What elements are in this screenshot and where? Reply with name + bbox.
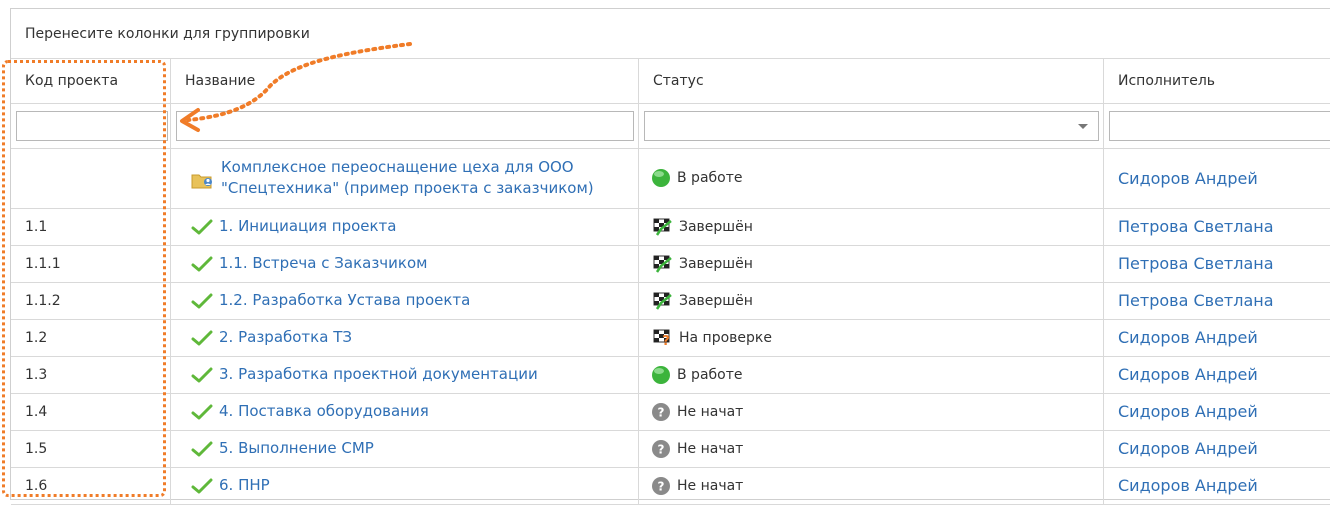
executor-link[interactable]: Сидоров Андрей <box>1104 439 1258 458</box>
group-panel-hint: Перенесите колонки для группировки <box>25 26 310 42</box>
green-circle-icon <box>651 365 671 385</box>
check-icon <box>191 478 219 494</box>
task-name-link[interactable]: 5. Выполнение СМР <box>219 438 374 459</box>
column-header-row: Код проекта Название Статус Исполнитель <box>11 59 1330 104</box>
status-label: В работе <box>677 366 743 383</box>
table-row[interactable]: 1.3 3. Разработка проектной документации В… <box>11 356 1330 394</box>
filter-status-select[interactable] <box>644 111 1099 141</box>
table-row[interactable]: Комплексное переоснащение цеха для ООО "… <box>11 148 1330 209</box>
column-header-code[interactable]: Код проекта <box>11 59 171 103</box>
chevron-down-icon[interactable] <box>1078 124 1088 129</box>
status-label: Завершён <box>679 218 753 235</box>
project-code: 1.6 <box>25 477 48 494</box>
task-name-link[interactable]: 3. Разработка проектной документации <box>219 364 538 385</box>
table-row[interactable]: 1.2 2. Разработка ТЗ? На проверке Сидоров А… <box>11 319 1330 357</box>
status-label: Не начат <box>677 440 744 457</box>
task-name-link[interactable]: 1.1. Встреча с Заказчиком <box>219 253 427 274</box>
project-folder-icon <box>191 165 221 191</box>
task-name-link[interactable]: 6. ПНР <box>219 475 270 496</box>
table-row[interactable]: 1.1.1 1.1. Встреча с Заказчиком Завершён Пе… <box>11 245 1330 283</box>
checkered-flag-icon <box>651 254 673 274</box>
executor-link[interactable]: Сидоров Андрей <box>1104 402 1258 421</box>
project-code: 1.1 <box>25 218 48 235</box>
filter-executor-input[interactable] <box>1109 111 1330 141</box>
task-name-link[interactable]: 2. Разработка ТЗ <box>219 327 352 348</box>
check-icon <box>191 293 219 309</box>
check-icon <box>191 404 219 420</box>
task-name-link[interactable]: Комплексное переоснащение цеха для ООО "… <box>221 157 628 199</box>
status-label: Не начат <box>677 477 744 494</box>
filter-name-input[interactable] <box>176 111 634 141</box>
project-code: 1.5 <box>25 440 48 457</box>
svg-text:?: ? <box>658 405 665 419</box>
task-name-link[interactable]: 1.2. Разработка Устава проекта <box>219 290 470 311</box>
column-header-executor[interactable]: Исполнитель <box>1104 59 1330 103</box>
filter-code-input[interactable] <box>16 111 168 141</box>
status-label: В работе <box>677 170 743 186</box>
status-label: На проверке <box>679 329 772 346</box>
group-by-panel[interactable]: Перенесите колонки для группировки <box>11 9 1330 59</box>
table-row[interactable]: 1.5 5. Выполнение СМР? Не начат Сидоров Анд… <box>11 430 1330 468</box>
check-icon <box>191 219 219 235</box>
project-code: 1.1.2 <box>25 292 61 309</box>
executor-link[interactable]: Петрова Светлана <box>1104 254 1274 273</box>
status-label: Завершён <box>679 292 753 309</box>
checkered-flag-icon <box>651 217 673 237</box>
executor-link[interactable]: Петрова Светлана <box>1104 217 1274 236</box>
project-code: 1.2 <box>25 329 48 346</box>
table-row[interactable]: 1.1 1. Инициация проекта Завершён Петрова С… <box>11 208 1330 246</box>
check-icon <box>191 367 219 383</box>
project-code: 1.1.1 <box>25 255 61 272</box>
executor-link[interactable]: Петрова Светлана <box>1104 291 1274 310</box>
project-code: 1.3 <box>25 366 48 383</box>
svg-text:?: ? <box>658 442 665 456</box>
checkered-flag-icon <box>651 291 673 311</box>
gray-question-icon: ? <box>651 439 671 459</box>
executor-link[interactable]: Сидоров Андрей <box>1104 169 1258 188</box>
filter-row <box>11 103 1330 149</box>
status-label: Завершён <box>679 255 753 272</box>
review-flag-icon: ? <box>651 328 673 348</box>
gray-question-icon: ? <box>651 402 671 422</box>
project-grid: Перенесите колонки для группировки Код п… <box>10 8 1330 505</box>
table-row[interactable]: 1.1.2 1.2. Разработка Устава проекта Завер… <box>11 282 1330 320</box>
executor-link[interactable]: Сидоров Андрей <box>1104 328 1258 347</box>
green-circle-icon <box>651 168 671 188</box>
svg-text:?: ? <box>658 479 665 493</box>
gray-question-icon: ? <box>651 476 671 496</box>
check-icon <box>191 330 219 346</box>
task-name-link[interactable]: 1. Инициация проекта <box>219 216 396 237</box>
project-code <box>11 148 170 208</box>
check-icon <box>191 256 219 272</box>
table-row[interactable]: 1.6 6. ПНР? Не начат Сидоров Андрей <box>11 467 1330 505</box>
executor-link[interactable]: Сидоров Андрей <box>1104 365 1258 384</box>
table-row[interactable]: 1.4 4. Поставка оборудования? Не начат Сидо… <box>11 393 1330 431</box>
svg-text:?: ? <box>662 334 670 348</box>
check-icon <box>191 441 219 457</box>
column-header-status[interactable]: Статус <box>639 59 1104 103</box>
column-header-name[interactable]: Название <box>171 59 639 103</box>
executor-link[interactable]: Сидоров Андрей <box>1104 476 1258 495</box>
project-code: 1.4 <box>25 403 48 420</box>
status-label: Не начат <box>677 403 744 420</box>
task-name-link[interactable]: 4. Поставка оборудования <box>219 401 429 422</box>
